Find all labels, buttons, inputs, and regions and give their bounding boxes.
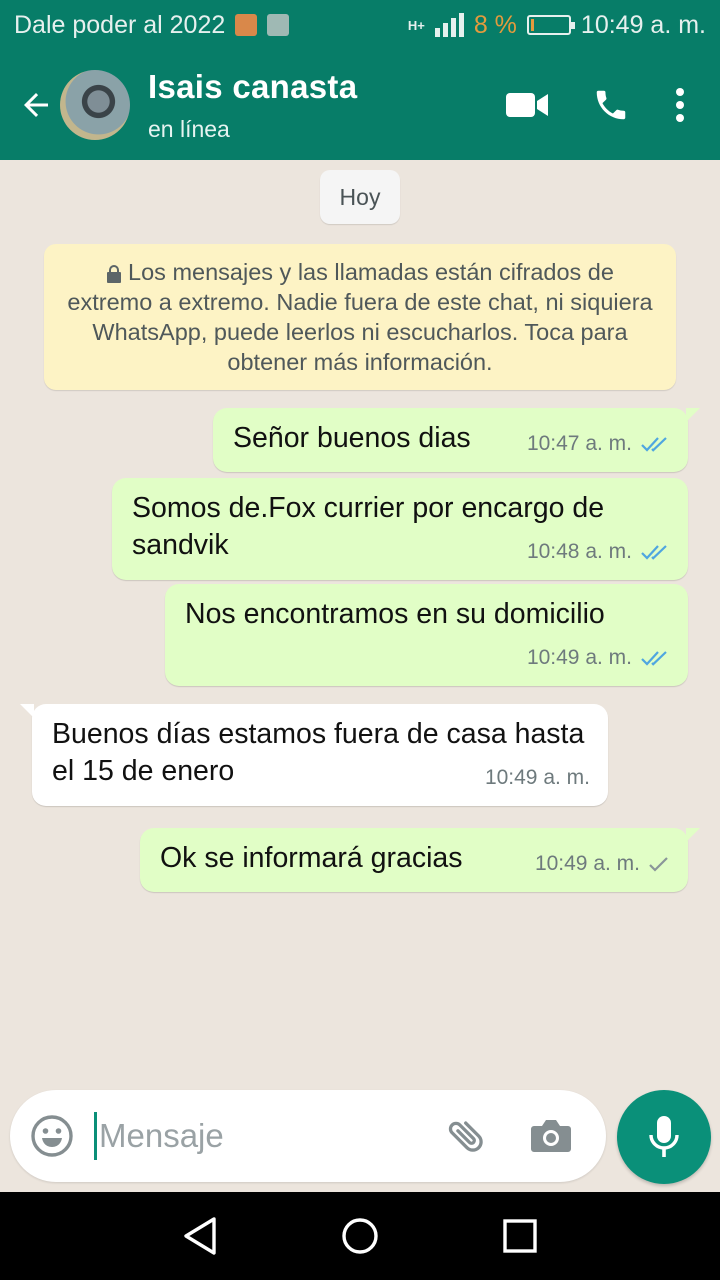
status-bar: Dale poder al 2022 H+ 8 % 10:49 a. m. bbox=[0, 0, 720, 50]
message-composer bbox=[10, 1090, 606, 1182]
nav-back-button[interactable] bbox=[170, 1206, 230, 1266]
text-cursor bbox=[94, 1112, 97, 1160]
microphone-icon bbox=[649, 1116, 679, 1157]
emoji-icon bbox=[31, 1115, 73, 1157]
status-left: Dale poder al 2022 bbox=[14, 10, 290, 40]
avatar[interactable] bbox=[60, 70, 130, 140]
message-bubble-outgoing[interactable]: Señor buenos dias 10:47 a. m. bbox=[213, 408, 700, 472]
menu-button[interactable] bbox=[674, 87, 686, 123]
arrow-left-icon bbox=[24, 93, 48, 117]
nav-recents-button[interactable] bbox=[490, 1206, 550, 1266]
message-time: 10:49 a. m. bbox=[526, 646, 632, 669]
bubble-tail bbox=[20, 704, 34, 718]
message-meta: 10:49 a. m. bbox=[535, 845, 670, 882]
triangle-back-icon bbox=[184, 1217, 216, 1255]
square-recents-icon bbox=[503, 1219, 537, 1253]
message-bubble-outgoing[interactable]: Nos encontramos en su domicilio 10:49 a.… bbox=[165, 584, 688, 686]
voice-call-button[interactable] bbox=[592, 86, 630, 124]
chat-header: Isais canasta en línea bbox=[0, 50, 720, 160]
single-check-sent-icon bbox=[649, 856, 668, 872]
battery-percent: 8 % bbox=[473, 10, 517, 39]
camera-button[interactable] bbox=[529, 1114, 573, 1158]
battery-fill bbox=[530, 19, 534, 31]
message-bubble-outgoing[interactable]: Ok se informará gracias 10:49 a. m. bbox=[140, 828, 700, 892]
status-time: 10:49 a. m. bbox=[580, 10, 706, 39]
double-check-read-icon bbox=[641, 544, 667, 560]
emoji-button[interactable] bbox=[30, 1114, 74, 1158]
double-check-read-icon bbox=[641, 650, 667, 666]
image-notification-icon bbox=[267, 14, 290, 36]
message-meta: 10:47 a. m. bbox=[527, 425, 670, 462]
message-time: 10:49 a. m. bbox=[484, 766, 590, 789]
message-meta: 10:48 a. m. bbox=[527, 533, 670, 570]
more-vertical-icon bbox=[676, 88, 684, 122]
camera-icon bbox=[531, 1120, 571, 1152]
contact-info[interactable]: Isais canasta en línea bbox=[148, 68, 357, 143]
contact-name: Isais canasta bbox=[148, 67, 358, 105]
status-right: H+ 8 % 10:49 a. m. bbox=[408, 11, 706, 40]
message-meta: 10:49 a. m. bbox=[485, 759, 590, 796]
back-button[interactable] bbox=[6, 75, 66, 135]
system-navigation-bar bbox=[0, 1192, 720, 1280]
battery-icon bbox=[526, 15, 575, 35]
message-input[interactable] bbox=[99, 1117, 429, 1155]
circle-home-icon bbox=[342, 1218, 378, 1254]
message-time: 10:49 a. m. bbox=[534, 852, 640, 875]
chat-area[interactable]: Hoy Los mensajes y las llamadas están ci… bbox=[0, 160, 720, 1090]
attach-button[interactable] bbox=[443, 1112, 491, 1160]
paperclip-icon bbox=[448, 1121, 483, 1152]
header-actions bbox=[506, 86, 686, 124]
date-chip: Hoy bbox=[320, 170, 400, 224]
video-call-button[interactable] bbox=[506, 91, 548, 119]
nav-home-button[interactable] bbox=[330, 1206, 390, 1266]
message-bubble-incoming[interactable]: Buenos días estamos fuera de casa hasta … bbox=[20, 704, 608, 806]
phone-icon bbox=[596, 90, 626, 120]
message-time: 10:47 a. m. bbox=[526, 432, 632, 455]
message-text: Nos encontramos en su domicilio bbox=[185, 598, 605, 630]
network-type: H+ bbox=[407, 17, 425, 33]
message-time: 10:48 a. m. bbox=[526, 540, 632, 563]
double-check-read-icon bbox=[641, 436, 667, 452]
message-bubble-outgoing[interactable]: Somos de.Fox currier por encargo de sand… bbox=[112, 478, 688, 580]
video-call-icon bbox=[506, 93, 548, 117]
bubble-tail bbox=[686, 408, 700, 422]
message-meta: 10:49 a. m. bbox=[527, 639, 670, 676]
carrier-text: Dale poder al 2022 bbox=[14, 10, 226, 39]
encryption-notice-text: Los mensajes y las llamadas están cifrad… bbox=[67, 259, 653, 375]
contact-status: en línea bbox=[148, 115, 230, 142]
bubble-tail bbox=[686, 828, 700, 842]
lock-icon bbox=[107, 264, 122, 283]
notification-icon bbox=[235, 14, 258, 36]
signal-icon bbox=[434, 13, 464, 37]
voice-record-button[interactable] bbox=[617, 1090, 711, 1184]
encryption-notice[interactable]: Los mensajes y las llamadas están cifrad… bbox=[44, 244, 676, 390]
